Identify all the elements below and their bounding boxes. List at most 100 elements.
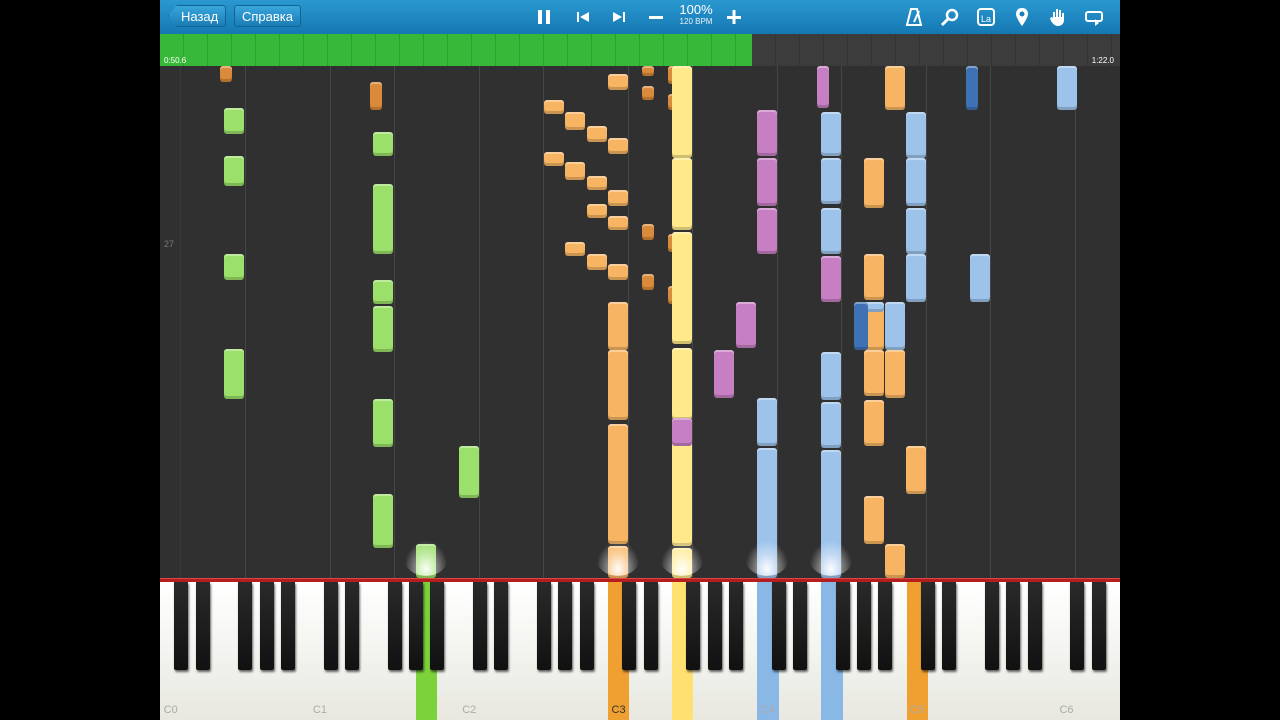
falling-note [1057,66,1077,110]
marker-icon[interactable] [1009,4,1035,30]
falling-note [608,264,628,280]
falling-note [373,494,393,548]
falling-note [821,158,841,204]
falling-note [224,254,244,280]
black-key[interactable] [494,582,509,670]
note-hit-glow [404,540,448,576]
black-key[interactable] [323,582,338,670]
falling-note [373,280,393,304]
octave-label: C4 [760,704,775,716]
falling-note [906,254,926,302]
black-key[interactable] [707,582,722,670]
falling-note [642,86,654,100]
falling-note [642,224,654,240]
synthesia-app: Назад Справка 100% 120 BPM La 0:50.6 1:2… [160,0,1120,720]
loop-icon[interactable] [1081,4,1107,30]
black-key[interactable] [1006,582,1021,670]
falling-notes-area: 27 [160,66,1120,578]
black-key[interactable] [686,582,701,670]
note-hit-glow [660,540,704,576]
grid-line [330,66,331,578]
black-key[interactable] [792,582,807,670]
note-label-text: La [977,8,995,26]
falling-note [854,302,868,350]
octave-label: C2 [462,704,477,716]
falling-note [587,204,607,218]
falling-note [970,254,990,302]
grid-line [777,66,778,578]
song-progress-bar[interactable]: 0:50.6 1:22.0 [160,34,1120,66]
black-key[interactable] [195,582,210,670]
falling-note [885,66,905,110]
falling-note [459,446,479,498]
black-key[interactable] [387,582,402,670]
help-button[interactable]: Справка [234,5,301,27]
black-key[interactable] [536,582,551,670]
black-key[interactable] [259,582,274,670]
octave-label: C5 [910,704,925,716]
black-key[interactable] [856,582,871,670]
black-key[interactable] [728,582,743,670]
falling-note [565,242,585,256]
minus-icon[interactable] [643,4,669,30]
grid-line [990,66,991,578]
hand-icon[interactable] [1045,4,1071,30]
black-key[interactable] [1027,582,1042,670]
back-button[interactable]: Назад [168,5,227,27]
falling-note [906,112,926,158]
black-key[interactable] [558,582,573,670]
falling-note [672,348,692,420]
black-key[interactable] [579,582,594,670]
falling-note [672,158,692,230]
falling-note [642,274,654,290]
falling-note [587,176,607,190]
falling-note [885,350,905,398]
speed-percent: 100% [679,2,713,17]
black-key[interactable] [643,582,658,670]
black-key[interactable] [344,582,359,670]
black-key[interactable] [430,582,445,670]
zoom-icon[interactable] [937,4,963,30]
falling-note [608,302,628,350]
metronome-icon[interactable] [901,4,927,30]
note-hit-glow [596,540,640,576]
skip-forward-icon[interactable] [606,4,632,30]
falling-note [373,184,393,254]
pause-icon[interactable] [531,4,557,30]
falling-note [608,216,628,230]
black-key[interactable] [835,582,850,670]
top-toolbar: Назад Справка 100% 120 BPM La [160,0,1120,35]
piano-keyboard[interactable]: C0 C1 C2 C3 C4 C5 C6 [160,582,1120,720]
falling-note [821,402,841,448]
black-key[interactable] [622,582,637,670]
grid-line [543,66,544,578]
falling-note [565,112,585,130]
plus-icon[interactable] [721,4,747,30]
grid-line [841,66,842,578]
black-key[interactable] [238,582,253,670]
falling-note [544,100,564,114]
black-key[interactable] [942,582,957,670]
falling-note [864,400,884,446]
black-key[interactable] [1091,582,1106,670]
falling-note [608,74,628,90]
black-key[interactable] [174,582,189,670]
note-hit-glow [745,540,789,576]
black-key[interactable] [771,582,786,670]
note-label-icon[interactable]: La [973,4,999,30]
black-key[interactable] [280,582,295,670]
falling-note [864,254,884,300]
black-key[interactable] [920,582,935,670]
falling-note [672,418,692,446]
black-key[interactable] [472,582,487,670]
current-time: 0:50.6 [164,56,187,65]
skip-back-icon[interactable] [570,4,596,30]
grid-line [479,66,480,578]
falling-note [757,110,777,156]
black-key[interactable] [408,582,423,670]
black-key[interactable] [984,582,999,670]
octave-label: C3 [611,704,626,716]
falling-note [608,190,628,206]
black-key[interactable] [878,582,893,670]
black-key[interactable] [1070,582,1085,670]
